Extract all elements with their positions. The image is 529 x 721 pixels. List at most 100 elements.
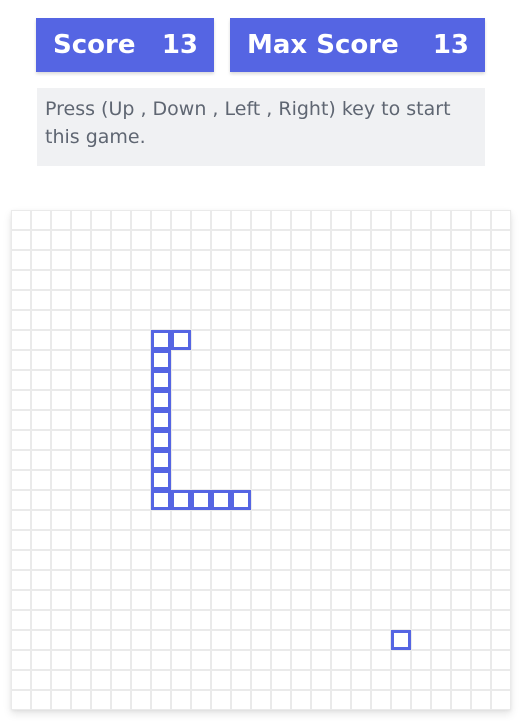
grid-cell — [51, 470, 71, 490]
score-bar: Score 13 Max Score 13 — [36, 18, 485, 72]
grid-cell — [291, 470, 311, 490]
grid-cell — [211, 330, 231, 350]
grid-cell — [491, 330, 511, 350]
grid-cell — [411, 610, 431, 630]
grid-cell — [171, 450, 191, 470]
grid-cell — [311, 490, 331, 510]
grid-cell — [471, 390, 491, 410]
grid-cell — [51, 430, 71, 450]
grid-cell — [431, 290, 451, 310]
grid-cell — [391, 470, 411, 490]
grid-cell — [111, 590, 131, 610]
grid-cell — [111, 330, 131, 350]
grid-cell — [71, 450, 91, 470]
grid-cell — [411, 330, 431, 350]
snake-segment — [151, 410, 171, 430]
grid-cell — [451, 430, 471, 450]
grid-cell — [31, 210, 51, 230]
grid-cell — [371, 410, 391, 430]
grid-cell — [111, 690, 131, 710]
grid-cell — [51, 390, 71, 410]
grid-cell — [171, 470, 191, 490]
grid-cell — [291, 490, 311, 510]
grid-cell — [371, 510, 391, 530]
grid-cell — [451, 490, 471, 510]
grid-cell — [271, 630, 291, 650]
grid-cell — [51, 370, 71, 390]
grid-cell — [391, 430, 411, 450]
grid-cell — [31, 370, 51, 390]
grid-cell — [151, 250, 171, 270]
grid-cell — [411, 550, 431, 570]
grid-cell — [51, 590, 71, 610]
grid-cell — [471, 270, 491, 290]
grid-cell — [51, 230, 71, 250]
grid-cell — [391, 570, 411, 590]
grid-cell — [471, 570, 491, 590]
grid-cell — [291, 530, 311, 550]
grid-cell — [31, 270, 51, 290]
grid-cell — [451, 630, 471, 650]
grid-cell — [471, 590, 491, 610]
grid-cell — [471, 650, 491, 670]
grid-cell — [71, 290, 91, 310]
grid-cell — [71, 590, 91, 610]
grid-cell — [471, 550, 491, 570]
grid-cell — [291, 550, 311, 570]
grid-cell — [331, 470, 351, 490]
grid-cell — [491, 410, 511, 430]
grid-cell — [191, 330, 211, 350]
grid-cell — [351, 690, 371, 710]
grid-cell — [471, 690, 491, 710]
grid-cell — [471, 370, 491, 390]
grid-cell — [351, 550, 371, 570]
grid-cell — [211, 350, 231, 370]
grid-cell — [411, 270, 431, 290]
grid-cell — [11, 330, 31, 350]
grid-cell — [291, 250, 311, 270]
grid-cell — [391, 230, 411, 250]
grid-cell — [231, 210, 251, 230]
grid-cell — [291, 210, 311, 230]
grid-cell — [211, 230, 231, 250]
grid-cell — [431, 690, 451, 710]
grid-cell — [371, 250, 391, 270]
grid-cell — [311, 250, 331, 270]
grid-cell — [251, 390, 271, 410]
grid-cell — [371, 270, 391, 290]
grid-cell — [411, 210, 431, 230]
grid-cell — [11, 470, 31, 490]
grid-cell — [411, 630, 431, 650]
grid-cell — [231, 270, 251, 290]
grid-cell — [31, 650, 51, 670]
grid-cell — [271, 230, 291, 250]
grid-cell — [291, 630, 311, 650]
grid-cell — [11, 370, 31, 390]
snake-segment — [151, 390, 171, 410]
grid-cell — [451, 610, 471, 630]
grid-cell — [471, 670, 491, 690]
grid-cell — [431, 490, 451, 510]
game-board[interactable] — [11, 210, 511, 710]
grid-cell — [271, 390, 291, 410]
grid-cell — [131, 210, 151, 230]
grid-cell — [451, 590, 471, 610]
grid-cell — [51, 330, 71, 350]
grid-cell — [191, 630, 211, 650]
grid-cell — [351, 290, 371, 310]
grid-cell — [451, 570, 471, 590]
grid-cell — [331, 310, 351, 330]
grid-cell — [151, 270, 171, 290]
grid-cell — [371, 290, 391, 310]
grid-cell — [51, 670, 71, 690]
grid-cell — [171, 290, 191, 310]
grid-cell — [51, 550, 71, 570]
grid-cell — [171, 510, 191, 530]
grid-cell — [231, 570, 251, 590]
grid-cell — [331, 450, 351, 470]
grid-cell — [191, 530, 211, 550]
grid-cell — [471, 250, 491, 270]
grid-cell — [151, 510, 171, 530]
grid-cell — [371, 490, 391, 510]
grid-cell — [11, 210, 31, 230]
